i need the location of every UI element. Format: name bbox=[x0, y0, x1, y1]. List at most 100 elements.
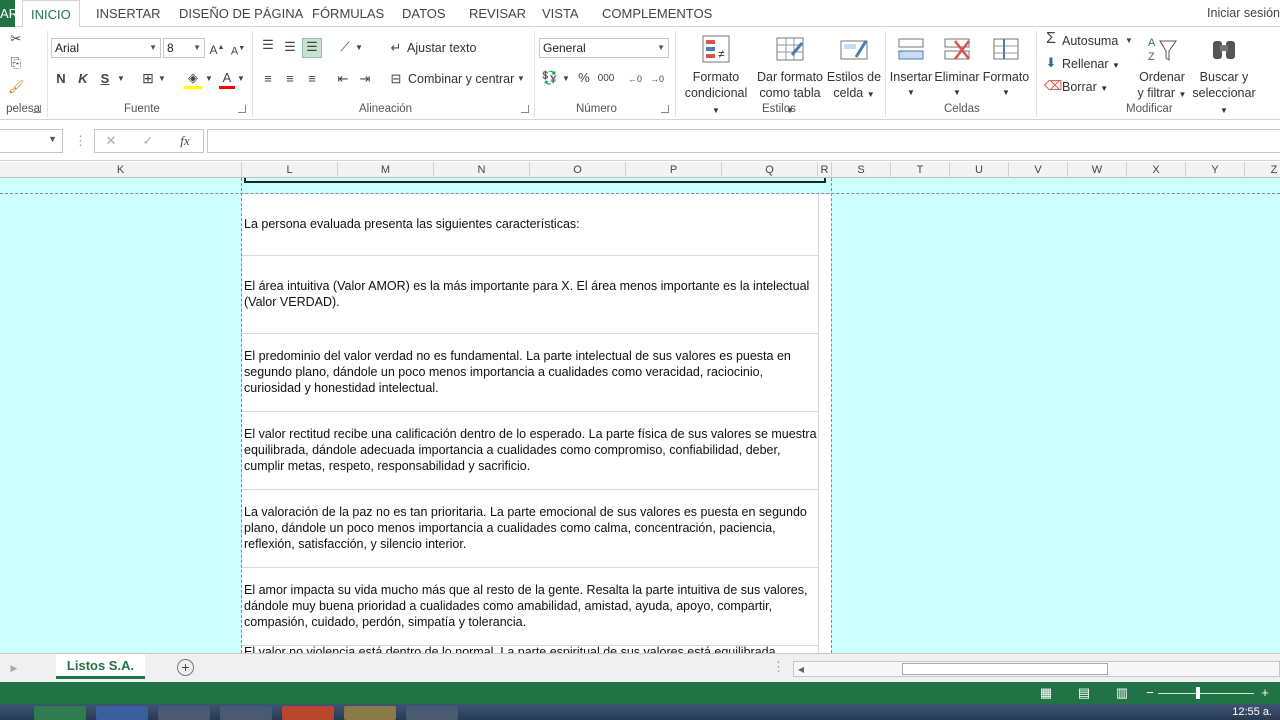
cell-paragraph[interactable]: El predominio del valor verdad no es fun… bbox=[244, 348, 818, 396]
add-sheet-button[interactable]: + bbox=[177, 659, 194, 676]
sort-filter-button[interactable]: AZ Ordenar y filtrar ▼ bbox=[1136, 33, 1188, 103]
grow-font-icon[interactable]: A▲ bbox=[209, 40, 225, 58]
tab-file[interactable]: ARCHIVO bbox=[0, 0, 15, 27]
column-header-v[interactable]: V bbox=[1009, 162, 1068, 178]
column-header-y[interactable]: Y bbox=[1186, 162, 1245, 178]
normal-view-icon[interactable]: ▦ bbox=[1038, 685, 1054, 701]
tab-revisar[interactable]: REVISAR bbox=[469, 0, 526, 27]
thousands-button[interactable]: 000 bbox=[597, 71, 615, 87]
zoom-out-icon[interactable]: − bbox=[1142, 685, 1158, 701]
font-size-combo[interactable]: 8 ▼ bbox=[163, 38, 205, 58]
cancel-icon[interactable]: ✕ bbox=[103, 133, 119, 149]
zoom-slider[interactable] bbox=[1158, 693, 1254, 694]
column-header-x[interactable]: X bbox=[1127, 162, 1186, 178]
alignment-launcher[interactable] bbox=[521, 105, 529, 113]
worksheet-grid[interactable]: La persona evaluada presenta las siguien… bbox=[0, 178, 1280, 653]
increase-decimal-icon[interactable]: ←0 bbox=[626, 71, 644, 87]
column-header-r[interactable]: R bbox=[818, 162, 832, 178]
cell-styles-button[interactable]: Estilos de celda ▼ bbox=[826, 33, 882, 103]
column-header-o[interactable]: O bbox=[530, 162, 626, 178]
app-taskbar-icon[interactable] bbox=[220, 706, 272, 720]
autosum-button[interactable]: Autosuma bbox=[1062, 33, 1118, 49]
page-layout-icon[interactable]: ▤ bbox=[1076, 685, 1092, 701]
column-header-m[interactable]: M bbox=[338, 162, 434, 178]
excel-taskbar-icon[interactable] bbox=[34, 706, 86, 720]
find-select-button[interactable]: Buscar y seleccionar ▼ bbox=[1188, 33, 1260, 119]
font-color-icon[interactable]: A bbox=[219, 70, 235, 89]
delete-cells-button[interactable]: Eliminar ▼ bbox=[934, 33, 980, 101]
chevron-down-icon[interactable]: ▼ bbox=[561, 71, 571, 87]
powerpoint-taskbar-icon[interactable] bbox=[282, 706, 334, 720]
column-header-p[interactable]: P bbox=[626, 162, 722, 178]
scroll-sheets-icon[interactable]: ▶ bbox=[8, 660, 20, 676]
fill-color-icon[interactable]: ◈ bbox=[184, 70, 202, 89]
tab-vista[interactable]: VISTA bbox=[542, 0, 579, 27]
align-left-icon[interactable]: ≡ bbox=[260, 71, 276, 87]
clipboard-launcher[interactable] bbox=[33, 105, 41, 113]
column-header-u[interactable]: U bbox=[950, 162, 1009, 178]
wrap-text-button[interactable]: Ajustar texto bbox=[407, 40, 476, 56]
chevron-down-icon[interactable]: ▼ bbox=[236, 71, 246, 87]
chevron-down-icon[interactable]: ▼ bbox=[204, 71, 214, 87]
horizontal-scrollbar[interactable]: ◀ bbox=[793, 661, 1280, 677]
number-launcher[interactable] bbox=[661, 105, 669, 113]
browser-taskbar-icon[interactable] bbox=[406, 706, 458, 720]
insert-cells-button[interactable]: → Insertar ▼ bbox=[888, 33, 934, 101]
align-middle-icon[interactable]: ☰ bbox=[282, 39, 298, 55]
copy-icon[interactable]: ⎘ bbox=[8, 55, 24, 71]
conditional-format-button[interactable]: ≠ Formato condicional ▼ bbox=[680, 33, 752, 119]
italic-button[interactable]: K bbox=[76, 71, 90, 87]
column-header-z[interactable]: Z bbox=[1245, 162, 1280, 178]
bold-button[interactable]: N bbox=[54, 71, 68, 87]
check-icon[interactable]: ✓ bbox=[140, 133, 156, 149]
align-center-icon[interactable]: ≡ bbox=[282, 71, 298, 87]
word-taskbar-icon[interactable] bbox=[96, 706, 148, 720]
font-name-combo[interactable]: Arial ▼ bbox=[51, 38, 161, 58]
decrease-decimal-icon[interactable]: →0 bbox=[648, 71, 666, 87]
column-header-l[interactable]: L bbox=[242, 162, 338, 178]
function-icon[interactable]: fx bbox=[177, 133, 193, 149]
clear-button[interactable]: Borrar ▼ bbox=[1062, 79, 1108, 97]
cell-paragraph[interactable]: El valor no violencia está dentro de lo … bbox=[244, 644, 818, 653]
cell-paragraph[interactable]: La valoración de la paz no es tan priori… bbox=[244, 504, 818, 552]
chrome-taskbar-icon[interactable] bbox=[158, 706, 210, 720]
tab-complementos[interactable]: COMPLEMENTOS bbox=[602, 0, 712, 27]
increase-indent-icon[interactable]: ⇥ bbox=[356, 71, 374, 87]
sheet-tab-listos[interactable]: Listos S.A. bbox=[56, 654, 145, 679]
tab-diseno-pagina[interactable]: DISEÑO DE PÁGINA bbox=[179, 0, 303, 27]
chevron-down-icon[interactable]: ▼ bbox=[516, 71, 526, 87]
column-header-k[interactable]: K bbox=[0, 162, 242, 178]
shrink-font-icon[interactable]: A▼ bbox=[230, 41, 246, 60]
percent-button[interactable]: % bbox=[577, 70, 591, 86]
signin-link[interactable]: Iniciar sesión bbox=[1207, 0, 1280, 27]
zoom-in-icon[interactable]: + bbox=[1257, 685, 1273, 701]
explorer-taskbar-icon[interactable] bbox=[344, 706, 396, 720]
page-break-preview-icon[interactable]: ▥ bbox=[1114, 685, 1130, 701]
tab-datos[interactable]: DATOS bbox=[402, 0, 446, 27]
cell-paragraph[interactable]: El área intuitiva (Valor AMOR) es la más… bbox=[244, 278, 818, 310]
fill-button[interactable]: Rellenar ▼ bbox=[1062, 56, 1120, 74]
font-launcher[interactable] bbox=[238, 105, 246, 113]
align-top-icon[interactable]: ☰ bbox=[260, 37, 276, 53]
column-header-s[interactable]: S bbox=[832, 162, 891, 178]
column-header-t[interactable]: T bbox=[891, 162, 950, 178]
align-right-icon[interactable]: ≡ bbox=[304, 71, 320, 87]
cell-paragraph[interactable]: El amor impacta su vida mucho más que al… bbox=[244, 582, 818, 630]
currency-icon[interactable]: 💱 bbox=[540, 70, 560, 86]
column-header-w[interactable]: W bbox=[1068, 162, 1127, 178]
name-box[interactable]: ▼ bbox=[0, 129, 63, 153]
scrollbar-thumb[interactable] bbox=[902, 663, 1108, 675]
scroll-left-icon[interactable]: ◀ bbox=[796, 662, 806, 678]
cut-icon[interactable]: ✂ bbox=[8, 31, 24, 47]
align-bottom-icon[interactable]: ☰ bbox=[302, 38, 322, 58]
column-header-q[interactable]: Q bbox=[722, 162, 818, 178]
tab-insertar[interactable]: INSERTAR bbox=[96, 0, 161, 27]
chevron-down-icon[interactable]: ▼ bbox=[157, 71, 167, 87]
chevron-down-icon[interactable]: ▼ bbox=[116, 71, 126, 87]
formula-input[interactable] bbox=[207, 129, 1280, 153]
merge-center-button[interactable]: Combinar y centrar bbox=[408, 71, 514, 87]
underline-button[interactable]: S bbox=[98, 71, 112, 87]
cell-paragraph[interactable]: El valor rectitud recibe una calificació… bbox=[244, 426, 818, 474]
chevron-down-icon[interactable]: ▼ bbox=[354, 40, 364, 56]
tab-formulas[interactable]: FÓRMULAS bbox=[312, 0, 384, 27]
